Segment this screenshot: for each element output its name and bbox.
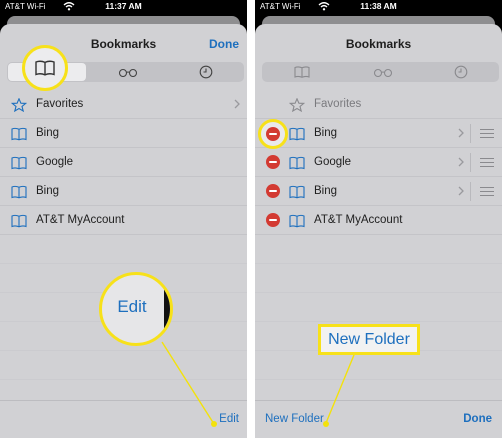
delete-minus-icon — [266, 127, 280, 141]
edit-magnified-label: Edit — [117, 297, 147, 316]
new-folder-callout: New Folder — [318, 324, 420, 355]
bookmarks-tab-magnifier — [22, 45, 68, 91]
edit-callout-dot — [211, 421, 217, 427]
edit-magnifier: Edit — [99, 272, 173, 346]
new-folder-callout-dot — [323, 421, 329, 427]
magnifier-edge — [164, 275, 170, 343]
edit-callout-line — [161, 341, 215, 425]
callout-lines — [161, 341, 355, 425]
delete-magnifier — [258, 119, 288, 149]
open-book-icon — [35, 60, 55, 76]
new-folder-callout-line — [325, 354, 355, 424]
